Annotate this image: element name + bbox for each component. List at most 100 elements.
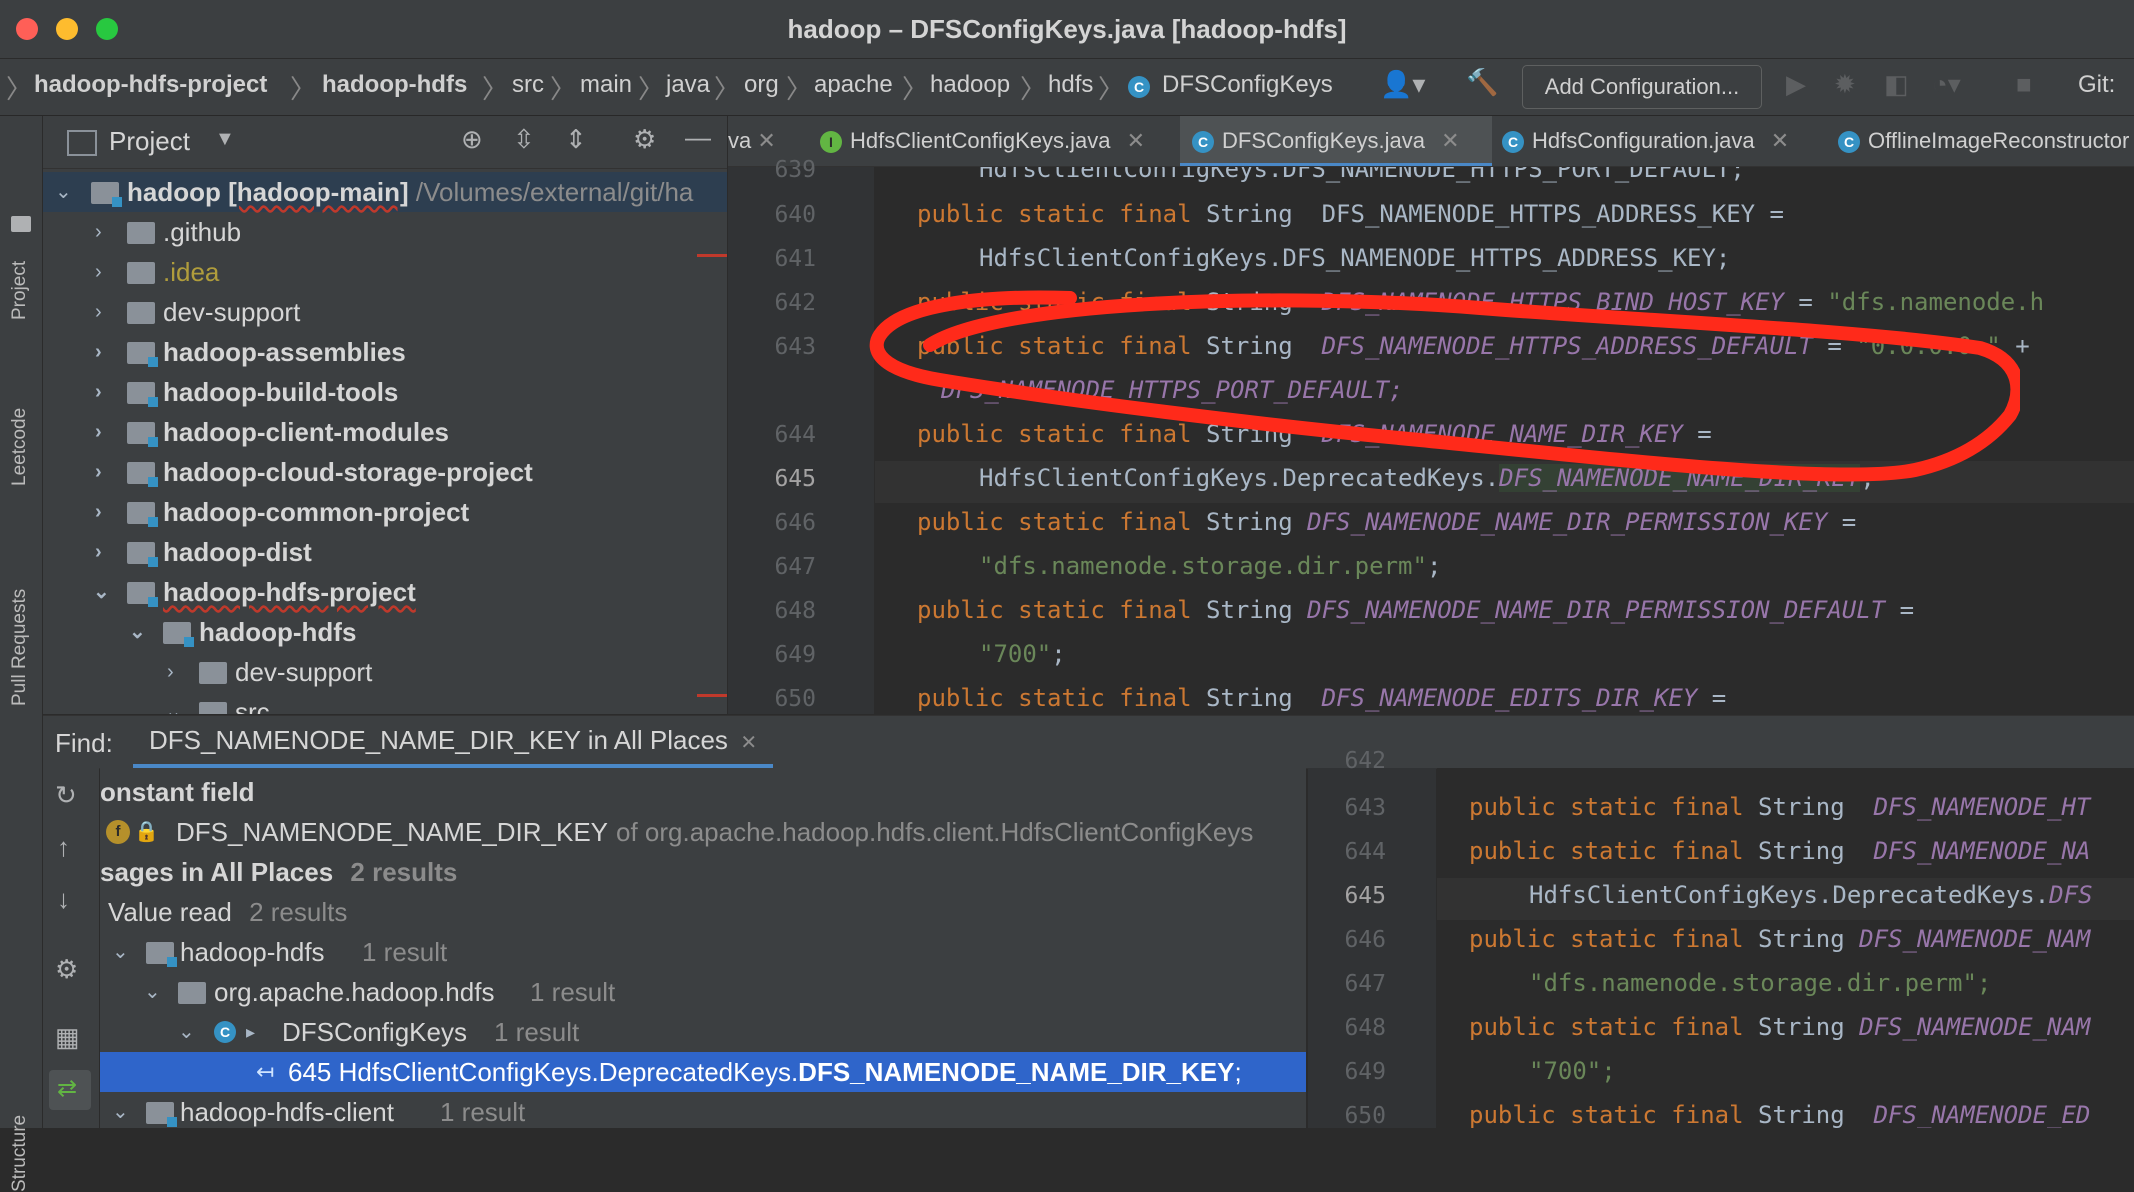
module-folder-icon bbox=[146, 942, 177, 967]
chevron-right-icon[interactable]: › bbox=[95, 452, 102, 492]
chevron-down-icon[interactable]: ⌄ bbox=[112, 1092, 129, 1128]
chevron-down-icon[interactable]: ⌄ bbox=[165, 692, 182, 714]
chevron-right-icon[interactable]: › bbox=[95, 212, 102, 252]
breadcrumb-java[interactable]: java bbox=[666, 71, 710, 99]
tree-item[interactable]: › .idea bbox=[43, 252, 727, 292]
chevron-right-icon[interactable]: › bbox=[95, 372, 102, 412]
tree-item[interactable]: ⌄ src bbox=[43, 692, 727, 714]
close-icon[interactable]: ✕ bbox=[740, 732, 757, 754]
gear-icon[interactable]: ⚙ bbox=[633, 124, 656, 155]
results-module[interactable]: ⌄ hadoop-hdfs-client 1 result bbox=[100, 1092, 1306, 1128]
breadcrumb-src[interactable]: src bbox=[512, 71, 544, 99]
navigate-to-source-button[interactable]: ⇄ bbox=[49, 1070, 91, 1110]
tree-item[interactable]: ⌄ hadoop-hdfs-project bbox=[43, 572, 727, 612]
tree-item-label: hadoop-assemblies bbox=[163, 337, 406, 367]
tree-item-label: src bbox=[235, 697, 270, 714]
chevron-right-icon[interactable]: › bbox=[95, 532, 102, 572]
breadcrumb-apache[interactable]: apache bbox=[814, 71, 893, 99]
arrow-up-icon[interactable]: ↑ bbox=[57, 832, 70, 863]
tab-offline-image-reconstructor[interactable]: C OfflineImageReconstructor bbox=[1826, 116, 2134, 166]
chevron-right-icon[interactable]: › bbox=[95, 252, 102, 292]
chevron-down-icon[interactable]: ⌄ bbox=[93, 572, 110, 612]
chevron-right-icon[interactable]: › bbox=[95, 492, 102, 532]
tree-item[interactable]: › hadoop-build-tools bbox=[43, 372, 727, 412]
breadcrumb-class[interactable]: DFSConfigKeys bbox=[1162, 71, 1333, 99]
tree-item[interactable]: › dev-support bbox=[43, 652, 727, 692]
breadcrumb-main[interactable]: main bbox=[580, 71, 632, 99]
breadcrumb-project[interactable]: hadoop-hdfs-project bbox=[34, 71, 267, 99]
chevron-right-icon[interactable]: › bbox=[95, 332, 102, 372]
add-configuration-button[interactable]: Add Configuration... bbox=[1522, 65, 1762, 109]
module-folder-icon bbox=[146, 1102, 177, 1127]
group-by-icon[interactable]: ▦ bbox=[55, 1022, 80, 1053]
tree-item[interactable]: › hadoop-client-modules bbox=[43, 412, 727, 452]
folder-icon bbox=[127, 302, 155, 324]
chevron-down-icon[interactable]: ⌄ bbox=[129, 612, 146, 652]
tree-item[interactable]: › hadoop-common-project bbox=[43, 492, 727, 532]
collapse-all-icon[interactable]: ⇕ bbox=[565, 124, 587, 155]
line-number: 642 bbox=[1344, 748, 1386, 774]
tree-item[interactable]: › dev-support bbox=[43, 292, 727, 332]
line-number: 639 bbox=[774, 157, 816, 183]
tree-item-label: dev-support bbox=[235, 657, 373, 687]
gear-icon[interactable]: ⚙ bbox=[55, 954, 78, 985]
chevron-down-icon[interactable]: ⌄ bbox=[55, 172, 72, 212]
git-label[interactable]: Git: bbox=[2078, 71, 2115, 99]
hide-panel-icon[interactable]: — bbox=[685, 122, 711, 153]
tree-item[interactable]: › hadoop-assemblies bbox=[43, 332, 727, 372]
close-icon[interactable]: ✕ bbox=[1127, 128, 1145, 153]
profile-icon[interactable]: ◔▾ bbox=[1932, 69, 1961, 100]
results-category[interactable]: Value read 2 results bbox=[100, 892, 1306, 932]
stop-icon[interactable]: ■ bbox=[2016, 69, 2032, 100]
tab-dfs-config-keys[interactable]: C DFSConfigKeys.java ✕ bbox=[1180, 116, 1492, 166]
run-icon[interactable]: ▶ bbox=[1786, 69, 1806, 100]
expand-all-icon[interactable]: ⇳ bbox=[513, 124, 535, 155]
breadcrumb-hadoop[interactable]: hadoop bbox=[930, 71, 1010, 99]
results-module[interactable]: ⌄ hadoop-hdfs 1 result bbox=[100, 932, 1306, 972]
user-icon[interactable]: 👤▾ bbox=[1380, 69, 1425, 100]
tree-item[interactable]: › hadoop-cloud-storage-project bbox=[43, 452, 727, 492]
chevron-down-icon[interactable]: ⌄ bbox=[112, 932, 129, 972]
tab-find-results[interactable]: DFS_NAMENODE_NAME_DIR_KEY in All Places … bbox=[133, 716, 774, 768]
locate-target-icon[interactable]: ⊕ bbox=[461, 124, 483, 155]
build-hammer-icon[interactable]: 🔨 bbox=[1466, 67, 1498, 98]
debug-icon[interactable]: ✹ bbox=[1834, 69, 1856, 100]
result-usage-row[interactable]: ↤ 645 HdfsClientConfigKeys.DeprecatedKey… bbox=[100, 1052, 1306, 1092]
tab-hdfs-client-config-keys[interactable]: I HdfsClientConfigKeys.java ✕ bbox=[808, 116, 1180, 166]
chevron-down-icon[interactable]: ⌄ bbox=[144, 972, 161, 1012]
breadcrumb-org[interactable]: org bbox=[744, 71, 779, 99]
read-access-icon: ↤ bbox=[256, 1059, 275, 1084]
result-target-field[interactable]: f 🔒 DFS_NAMENODE_NAME_DIR_KEY of org.apa… bbox=[100, 812, 1306, 852]
tree-item[interactable]: ⌄ hadoop-hdfs bbox=[43, 612, 727, 652]
close-icon[interactable]: ✕ bbox=[1441, 128, 1459, 153]
chevron-right-icon: 〉 bbox=[6, 74, 33, 104]
rerun-icon[interactable]: ↻ bbox=[55, 780, 77, 811]
line-number: 640 bbox=[774, 202, 816, 228]
arrow-down-icon[interactable]: ↓ bbox=[57, 884, 70, 915]
breadcrumb-hdfs[interactable]: hdfs bbox=[1048, 71, 1093, 99]
tab-hdfs-configuration[interactable]: C HdfsConfiguration.java ✕ bbox=[1490, 116, 1832, 166]
tree-item[interactable]: › hadoop-dist bbox=[43, 532, 727, 572]
tree-root-row[interactable]: ⌄ hadoop [hadoop-main] /Volumes/external… bbox=[43, 172, 727, 212]
field-owner: of org.apache.hadoop.hdfs.client.HdfsCli… bbox=[616, 817, 1254, 847]
chevron-down-icon[interactable]: ⌄ bbox=[178, 1012, 195, 1052]
results-package[interactable]: ⌄ org.apache.hadoop.hdfs 1 result bbox=[100, 972, 1306, 1012]
results-class[interactable]: ⌄ C ▸ DFSConfigKeys 1 result bbox=[100, 1012, 1306, 1052]
preview-line-643: public static final String DFS_NAMENODE_… bbox=[1469, 793, 2091, 821]
chevron-right-icon[interactable]: › bbox=[167, 652, 174, 692]
module-folder-icon bbox=[127, 542, 158, 567]
breadcrumb-module[interactable]: hadoop-hdfs bbox=[322, 71, 467, 99]
chevron-right-icon[interactable]: › bbox=[95, 412, 102, 452]
coverage-icon[interactable]: ◧ bbox=[1884, 69, 1909, 100]
class-icon: C bbox=[1128, 76, 1150, 98]
tree-item[interactable]: › .github bbox=[43, 212, 727, 252]
module-folder-icon bbox=[163, 622, 194, 647]
close-icon[interactable]: ✕ bbox=[1771, 128, 1789, 153]
chevron-down-icon[interactable]: ▼ bbox=[215, 128, 235, 151]
error-stripe bbox=[697, 254, 727, 257]
chevron-right-icon[interactable]: › bbox=[95, 292, 102, 332]
find-preview-editor[interactable]: public static final String DFS_NAMENODE_… bbox=[1437, 768, 2134, 1128]
project-panel-title[interactable]: Project bbox=[109, 126, 190, 157]
close-icon[interactable]: ✕ bbox=[757, 128, 775, 153]
line-number: 648 bbox=[774, 598, 816, 624]
